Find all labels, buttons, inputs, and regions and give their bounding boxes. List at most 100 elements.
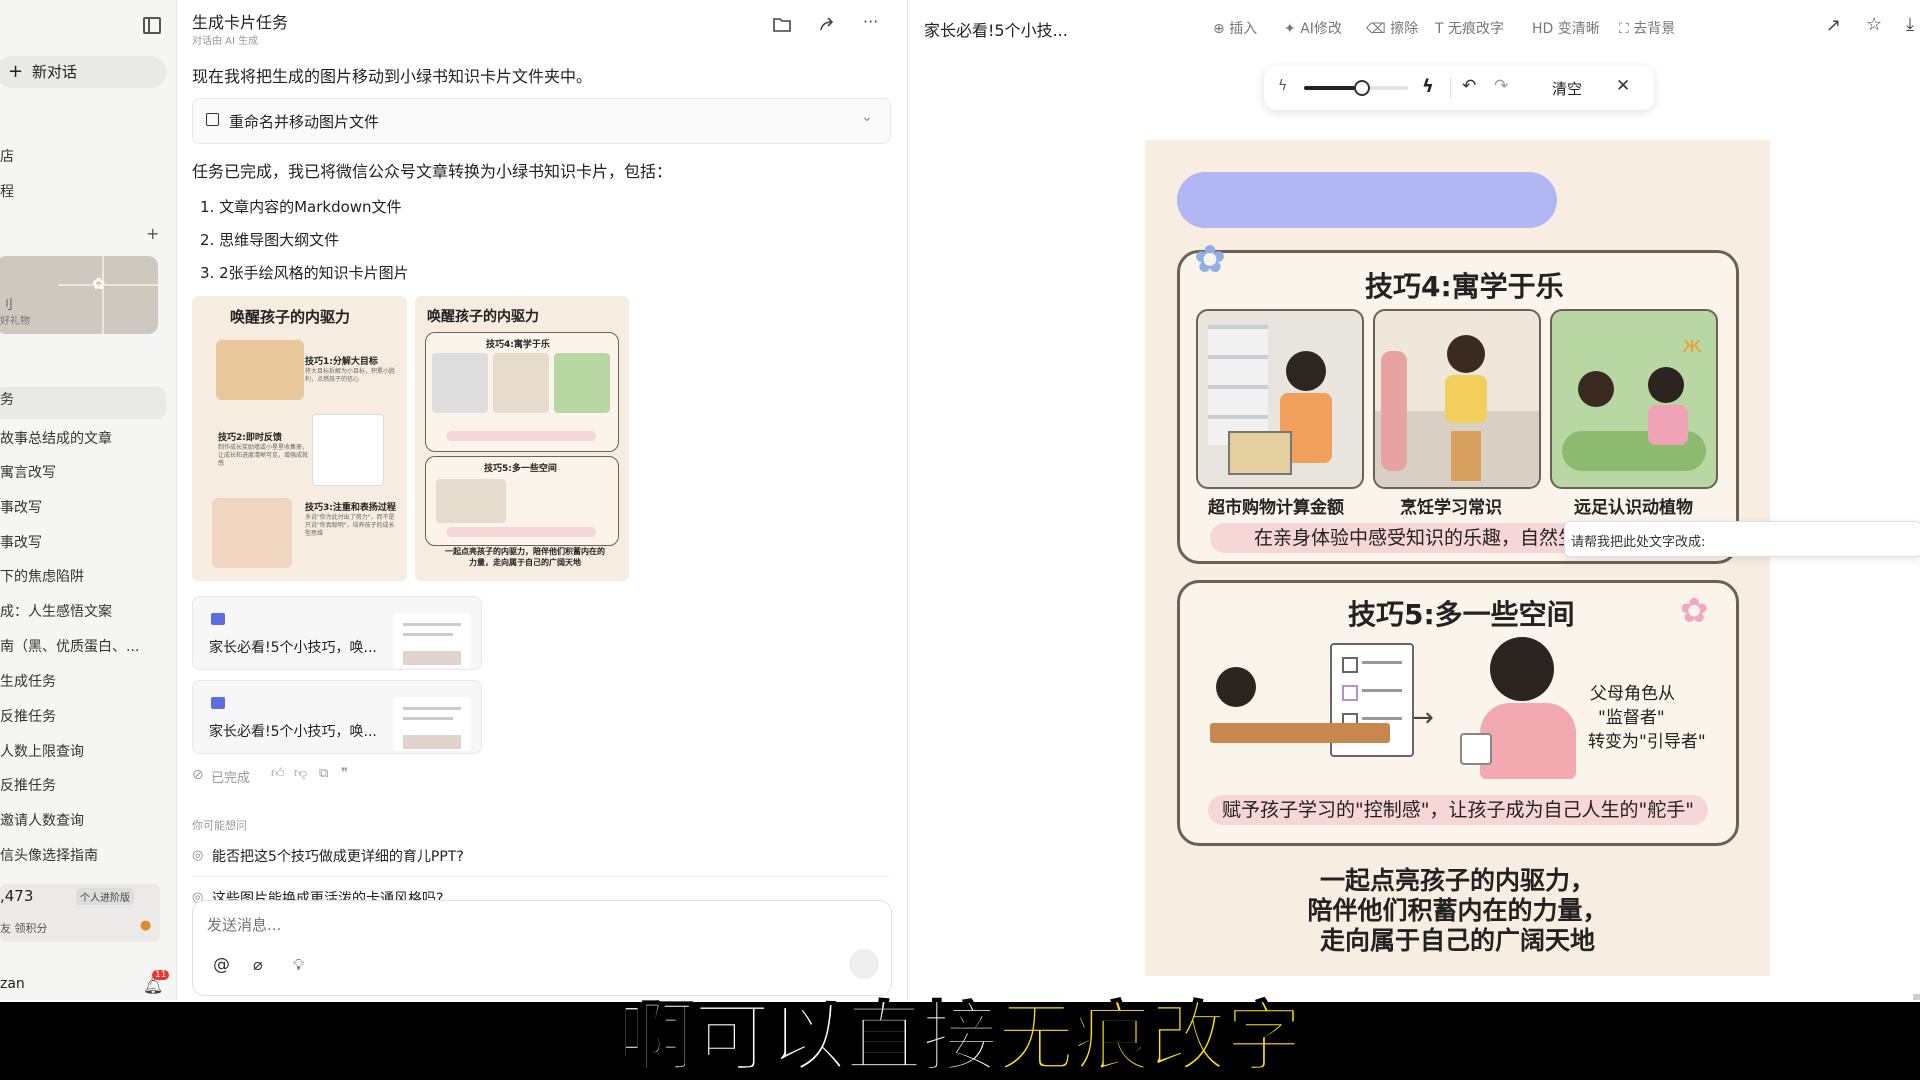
suggestion-icon: ◎ — [192, 848, 204, 863]
illustration-kitchen — [1373, 309, 1541, 489]
history-item-active[interactable] — [0, 387, 166, 419]
close-icon[interactable]: ✕ — [1616, 76, 1630, 96]
tool-call-card[interactable]: 重命名并移动图片文件 ⌄ — [192, 98, 891, 144]
share-icon[interactable]: ↗ — [1826, 15, 1841, 36]
remove-background-tool[interactable]: ⛶ 去背景 — [1619, 18, 1675, 38]
status-text: 已完成 — [211, 771, 251, 786]
history-item[interactable]: 反推任务 — [0, 706, 56, 726]
quote-icon[interactable]: ❞ — [341, 766, 348, 781]
history-item[interactable]: 反推任务 — [0, 775, 56, 795]
undo-icon[interactable]: ↶ — [1462, 76, 1476, 96]
chat-subtitle: 对话由 AI 生成 — [192, 36, 259, 47]
assistant-message: 现在我将把生成的图片移动到小绿书知识卡片文件夹中。 — [192, 67, 593, 86]
tip5-role-line: 父母角色从 — [1590, 684, 1675, 704]
tip4-caption: 远足认识动植物 — [1574, 498, 1693, 518]
file-card[interactable]: 家长必看!5个小技巧，唤... — [192, 596, 482, 670]
sidebar-item[interactable]: 店 — [0, 146, 14, 166]
suggestion-item[interactable]: 这些图片能换成更活泼的卡通风格吗? — [212, 888, 443, 900]
star-icon[interactable]: ☆ — [1866, 14, 1882, 35]
small-brush-icon[interactable]: ϟ — [1278, 78, 1287, 94]
tip4-section: ✿ 技巧4:寓学于乐 ж 超市购物计算金额 烹饪学习常识 远足认识动植物 在亲身… — [1177, 237, 1739, 564]
message-input[interactable] — [205, 913, 809, 937]
hd-enhance-tool[interactable]: HD 变清晰 — [1532, 18, 1600, 38]
brush-size-slider[interactable] — [1304, 80, 1408, 96]
image-icon — [206, 113, 219, 126]
clear-button[interactable]: 清空 — [1552, 78, 1582, 99]
copy-icon[interactable]: ⧉ — [319, 766, 328, 781]
insert-tool[interactable]: ⊕ 插入 — [1213, 18, 1257, 38]
add-icon[interactable]: + — [146, 224, 159, 243]
brush-toolbar: ϟ ϟ ↶ ↷ 清空 ✕ — [1264, 66, 1654, 110]
share-icon[interactable] — [818, 16, 836, 36]
card-thumbnail-2[interactable]: 唤醒孩子的内驱力 技巧4:寓学于乐 技巧5:多一些空间 一起点亮孩子的内驱力，陪… — [415, 296, 629, 581]
tip5-title: 技巧5:多一些空间 — [1348, 598, 1575, 631]
gift-bow-icon: ✿ — [92, 274, 106, 293]
list-item: 1. 文章内容的Markdown文件 — [200, 198, 402, 216]
history-item[interactable]: 事改写 — [0, 497, 42, 517]
illustration-outdoors: ж — [1550, 309, 1718, 489]
history-item[interactable]: 南（黑、优质蛋白、... — [0, 636, 139, 656]
flame-icon: ● — [140, 918, 152, 933]
text-edit-prompt-label: 请帮我把此处文字改成: — [1571, 535, 1706, 550]
plan-badge[interactable]: 个人进阶版 — [76, 888, 134, 905]
thumbs-up-icon[interactable]: 👍︎ — [271, 766, 285, 781]
credits-panel[interactable]: ,473 个人进阶版 友 领积分 ● — [0, 884, 160, 942]
illustration-supermarket — [1196, 309, 1364, 489]
arrow-icon: → — [1412, 703, 1434, 733]
attachment-icon[interactable]: ⌀ — [253, 955, 263, 974]
tip5-role-line: "监督者" — [1598, 708, 1665, 728]
erase-mask[interactable] — [1177, 172, 1557, 228]
chevron-down-icon[interactable]: ⌄ — [861, 109, 873, 125]
history-item[interactable]: 成：人生感悟文案 — [0, 601, 112, 621]
poster-footer: 一起点亮孩子的内驱力， 陪伴他们积蓄内在的力量， 走向属于自己的广阔天地 — [1307, 866, 1608, 955]
sidebar-toggle-icon[interactable] — [143, 17, 161, 34]
list-item: 3. 2张手绘风格的知识卡片图片 — [200, 264, 409, 282]
tip4-caption: 烹饪学习常识 — [1400, 498, 1502, 518]
large-brush-icon[interactable]: ϟ — [1422, 76, 1434, 97]
seamless-text-edit-tool[interactable]: T 无痕改字 — [1435, 18, 1504, 38]
more-icon[interactable]: ··· — [863, 12, 878, 31]
send-button[interactable] — [849, 949, 879, 979]
butterfly-icon: ж — [1682, 333, 1702, 358]
redo-icon[interactable]: ↷ — [1494, 76, 1508, 96]
chat-title: 生成卡片任务 — [192, 13, 289, 32]
card-thumbnail-1[interactable]: 唤醒孩子的内驱力 技巧1:分解大目标 将大目标拆解为小目标，积累小胜利，点燃孩子… — [192, 296, 407, 581]
suggestion-item[interactable]: 能否把这5个技巧做成更详细的育儿PPT? — [212, 846, 464, 866]
list-item: 2. 思维导图大纲文件 — [200, 231, 340, 249]
mention-icon[interactable]: @ — [213, 955, 230, 975]
history-item[interactable]: 邀请人数查询 — [0, 810, 84, 830]
history-item[interactable]: 故事总结成的文章 — [0, 428, 112, 448]
ai-edit-tool[interactable]: ✦ AI修改 — [1284, 18, 1342, 38]
thumbs-down-icon[interactable]: 👎︎ — [294, 766, 307, 781]
earn-credits-link[interactable]: 友 领积分 — [0, 920, 48, 936]
check-circle-icon: ⊘ — [192, 767, 204, 783]
history-item[interactable]: 寓言改写 — [0, 462, 56, 482]
history-item[interactable]: 信头像选择指南 — [0, 845, 98, 865]
chat-panel: 生成卡片任务 对话由 AI 生成 ··· 现在我将把生成的图片移动到小绿书知识卡… — [177, 0, 908, 1000]
history-item[interactable]: 事改写 — [0, 532, 42, 552]
lightbulb-icon[interactable]: 💡︎ — [293, 955, 304, 975]
text-edit-prompt[interactable]: 请帮我把此处文字改成: — [1564, 521, 1920, 557]
download-icon[interactable]: ⤓ — [1906, 14, 1914, 35]
document-icon — [211, 697, 225, 709]
history-item[interactable]: 下的焦虑陷阱 — [0, 566, 84, 586]
sidebar-item[interactable]: 程 — [0, 181, 14, 201]
history-item[interactable]: 务 — [0, 389, 14, 409]
tip5-section: 技巧5:多一些空间 ✿ → 父母角色从 "监督者" 转变为"引导者" 赋予孩子学… — [1177, 580, 1739, 846]
poster-canvas[interactable]: ✿ 技巧4:寓学于乐 ж 超市购物计算金额 烹饪学习常识 远足认识动植物 在亲身… — [1145, 140, 1770, 976]
flower-icon: ✿ — [1194, 237, 1226, 281]
new-chat-button[interactable]: + 新对话 — [0, 56, 166, 88]
document-icon — [211, 613, 225, 625]
folder-icon[interactable] — [773, 16, 791, 36]
history-item[interactable]: 生成任务 — [0, 671, 56, 691]
promo-card[interactable]: ✿ 刂 好礼物 — [0, 256, 158, 334]
erase-tool[interactable]: ⌫ 擦除 — [1366, 18, 1418, 38]
file-card[interactable]: 家长必看!5个小技巧，唤... — [192, 680, 482, 754]
sidebar: + 新对话 店 程 + ✿ 刂 好礼物 务故事总结成的文章 寓言改写 事改写 事改写下… — [0, 0, 177, 1000]
credits-value: ,473 — [0, 887, 34, 905]
tip5-role-line: 转变为"引导者" — [1588, 732, 1706, 752]
tip5-band: 赋予孩子学习的"控制感"，让孩子成为自己人生的"舵手" — [1208, 795, 1708, 825]
plus-icon: + — [8, 61, 24, 82]
history-item[interactable]: 人数上限查询 — [0, 741, 84, 761]
suggestion-label: 你可能想问 — [192, 819, 247, 832]
